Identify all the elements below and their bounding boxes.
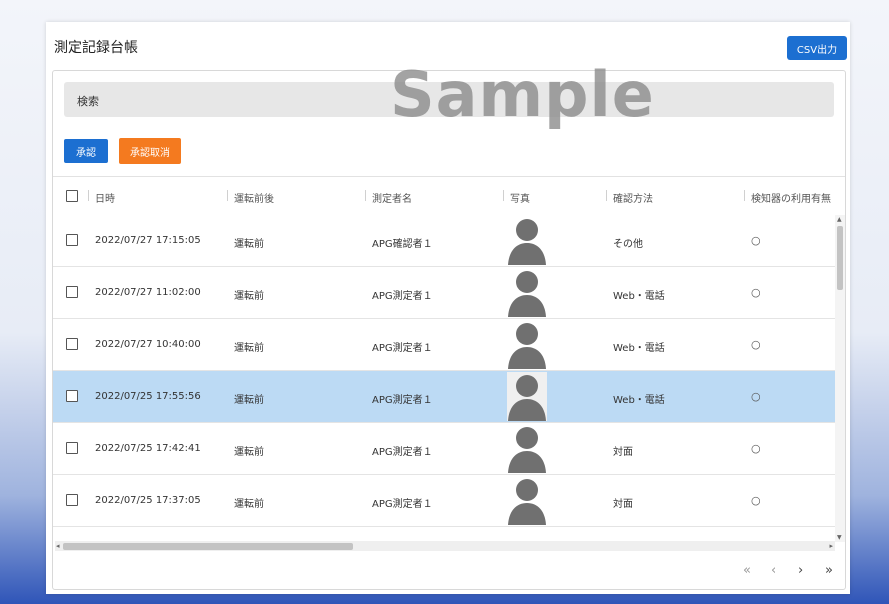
- row-checkbox[interactable]: [66, 390, 78, 402]
- cell-timing: 運転前: [234, 239, 264, 250]
- horizontal-scrollbar[interactable]: ◂ ▸: [55, 541, 835, 551]
- photo-thumbnail[interactable]: [507, 424, 547, 473]
- cell-datetime: 2022/07/27 10:40:00: [95, 339, 201, 350]
- table-row[interactable]: 2022/07/25 17:55:56 運転前 APG測定者１ Web・電話 ○: [53, 371, 835, 423]
- records-table: 日時 運転前後 測定者名 写真 確認方法 検知器の利用有無 2022/07/27…: [53, 176, 845, 542]
- photo-thumbnail[interactable]: [507, 216, 547, 265]
- cell-person: APG測定者１: [372, 343, 433, 354]
- cell-person: APG測定者１: [372, 291, 433, 302]
- row-checkbox[interactable]: [66, 234, 78, 246]
- column-divider: [606, 190, 607, 201]
- last-page-button[interactable]: »: [825, 563, 833, 578]
- approve-button[interactable]: 承認: [64, 139, 108, 163]
- row-checkbox[interactable]: [66, 286, 78, 298]
- cell-timing: 運転前: [234, 395, 264, 406]
- table-row[interactable]: 2022/07/25 17:42:41 運転前 APG測定者１ 対面 ○: [53, 423, 835, 475]
- scroll-down-icon[interactable]: ▼: [837, 534, 842, 541]
- select-all-checkbox[interactable]: [66, 190, 78, 202]
- photo-thumbnail[interactable]: [507, 476, 547, 525]
- search-panel[interactable]: 検索: [64, 82, 834, 117]
- next-page-button[interactable]: ›: [798, 563, 803, 578]
- photo-thumbnail[interactable]: [507, 268, 547, 317]
- cell-method: Web・電話: [613, 343, 665, 354]
- row-checkbox[interactable]: [66, 338, 78, 350]
- header-method[interactable]: 確認方法: [613, 190, 653, 205]
- cell-detector-circle-icon: ○: [751, 390, 761, 403]
- cancel-approval-button[interactable]: 承認取消: [119, 138, 181, 164]
- cell-method: その他: [613, 239, 643, 250]
- table-row[interactable]: 2022/07/27 10:40:00 運転前 APG測定者１ Web・電話 ○: [53, 319, 835, 371]
- cell-datetime: 2022/07/25 17:37:05: [95, 495, 201, 506]
- cell-person: APG測定者１: [372, 499, 433, 510]
- cell-timing: 運転前: [234, 447, 264, 458]
- column-divider: [365, 190, 366, 201]
- prev-page-button[interactable]: ‹: [771, 563, 776, 578]
- person-silhouette-icon: [507, 375, 547, 421]
- pagination: « ‹ › »: [743, 563, 843, 579]
- table-header: 日時 運転前後 測定者名 写真 確認方法 検知器の利用有無: [53, 177, 845, 216]
- header-datetime[interactable]: 日時: [95, 190, 115, 205]
- records-card: 検索 承認 承認取消 日時 運転前後 測定者名 写真 確認方法 検知器の利用有無…: [52, 70, 846, 590]
- main-panel: 測定記録台帳 CSV出力 検索 承認 承認取消 日時 運転前後 測定者名 写真 …: [46, 22, 850, 594]
- vertical-scroll-thumb[interactable]: [837, 226, 843, 290]
- cell-detector-circle-icon: ○: [751, 442, 761, 455]
- header-person[interactable]: 測定者名: [372, 190, 412, 205]
- table-row[interactable]: 2022/07/27 11:02:00 運転前 APG測定者１ Web・電話 ○: [53, 267, 835, 319]
- person-silhouette-icon: [507, 427, 547, 473]
- column-divider: [744, 190, 745, 201]
- cell-method: Web・電話: [613, 395, 665, 406]
- cell-detector-circle-icon: ○: [751, 286, 761, 299]
- cell-detector-circle-icon: ○: [751, 234, 761, 247]
- column-divider: [503, 190, 504, 201]
- vertical-scrollbar[interactable]: ▲ ▼: [835, 215, 845, 542]
- cell-detector-circle-icon: ○: [751, 494, 761, 507]
- person-silhouette-icon: [507, 219, 547, 265]
- cell-person: APG測定者１: [372, 447, 433, 458]
- person-silhouette-icon: [507, 271, 547, 317]
- first-page-button[interactable]: «: [743, 563, 751, 578]
- header-detector[interactable]: 検知器の利用有無: [751, 190, 831, 205]
- header-timing[interactable]: 運転前後: [234, 190, 274, 205]
- column-divider: [88, 190, 89, 201]
- cell-timing: 運転前: [234, 499, 264, 510]
- cell-person: APG測定者１: [372, 395, 433, 406]
- scroll-left-icon[interactable]: ◂: [56, 542, 60, 550]
- page-title: 測定記録台帳: [54, 40, 138, 56]
- cell-timing: 運転前: [234, 291, 264, 302]
- person-silhouette-icon: [507, 323, 547, 369]
- cell-datetime: 2022/07/25 17:55:56: [95, 391, 201, 402]
- cell-datetime: 2022/07/25 17:42:41: [95, 443, 201, 454]
- photo-thumbnail[interactable]: [507, 320, 547, 369]
- cell-method: 対面: [613, 447, 633, 458]
- cell-method: Web・電話: [613, 291, 665, 302]
- column-divider: [227, 190, 228, 201]
- table-row[interactable]: 2022/07/27 17:15:05 運転前 APG確認者１ その他 ○: [53, 215, 835, 267]
- cell-timing: 運転前: [234, 343, 264, 354]
- row-checkbox[interactable]: [66, 494, 78, 506]
- row-checkbox[interactable]: [66, 442, 78, 454]
- cell-method: 対面: [613, 499, 633, 510]
- horizontal-scroll-thumb[interactable]: [63, 543, 353, 550]
- cell-detector-circle-icon: ○: [751, 338, 761, 351]
- person-silhouette-icon: [507, 479, 547, 525]
- cell-datetime: 2022/07/27 17:15:05: [95, 235, 201, 246]
- search-label: 検索: [77, 95, 99, 108]
- scroll-right-icon[interactable]: ▸: [829, 542, 833, 550]
- cell-person: APG確認者１: [372, 239, 433, 250]
- header-photo[interactable]: 写真: [510, 190, 530, 205]
- csv-export-button[interactable]: CSV出力: [787, 36, 847, 60]
- scroll-up-icon[interactable]: ▲: [837, 216, 842, 223]
- photo-thumbnail[interactable]: [507, 372, 547, 421]
- table-row[interactable]: 2022/07/25 17:37:05 運転前 APG測定者１ 対面 ○: [53, 475, 835, 527]
- cell-datetime: 2022/07/27 11:02:00: [95, 287, 201, 298]
